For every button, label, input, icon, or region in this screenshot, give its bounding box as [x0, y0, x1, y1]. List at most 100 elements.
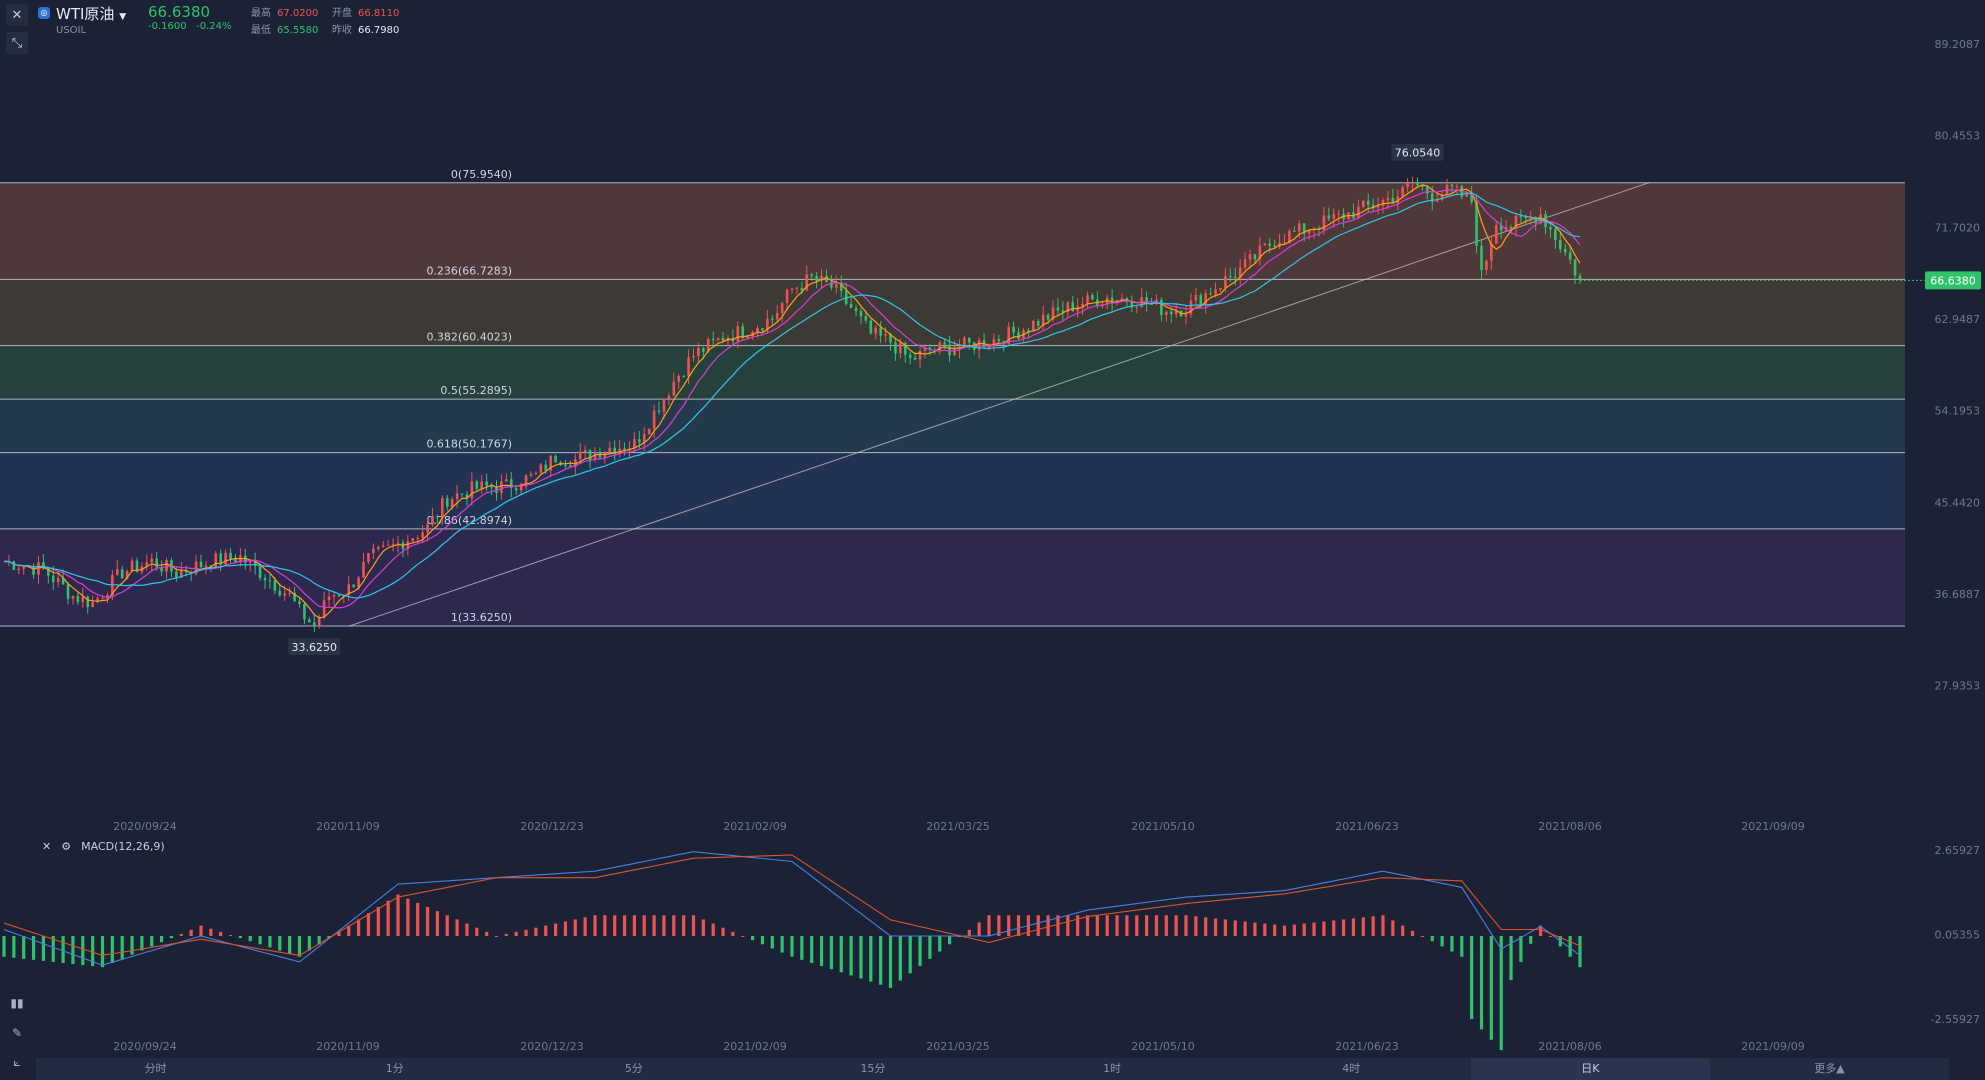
- candle-body: [1293, 230, 1296, 232]
- macd-histogram-bar: [741, 936, 745, 937]
- candle-body: [377, 546, 380, 549]
- macd-histogram-bar: [22, 936, 26, 959]
- macd-histogram-bar: [504, 933, 508, 936]
- macd-histogram-bar: [1016, 915, 1021, 936]
- candle-body: [130, 560, 134, 571]
- candle-body: [1229, 276, 1232, 278]
- macd-histogram-bar: [859, 936, 863, 979]
- close-icon[interactable]: ✕: [42, 840, 51, 853]
- macd-date-axis-label: 2020/11/09: [316, 1040, 379, 1053]
- macd-date-axis-label: 2020/12/23: [520, 1040, 583, 1053]
- candle-body: [1401, 187, 1404, 197]
- macd-histogram-bar: [41, 936, 45, 961]
- macd-histogram-bar: [760, 936, 765, 945]
- macd-histogram-bar: [209, 928, 213, 936]
- candle-body: [1578, 275, 1582, 280]
- timeframe-tab[interactable]: 1时: [993, 1058, 1232, 1080]
- timeframe-tab[interactable]: 1分: [275, 1058, 514, 1080]
- macd-histogram-bar: [1410, 930, 1415, 936]
- candle-body: [869, 320, 873, 334]
- macd-histogram-bar: [297, 936, 302, 957]
- date-axis-label: 2021/08/06: [1538, 820, 1601, 830]
- candle-body: [1046, 314, 1050, 320]
- macd-histogram-bar: [849, 936, 853, 976]
- macd-histogram-bar: [238, 936, 242, 939]
- macd-histogram-bar: [110, 936, 114, 963]
- macd-histogram-bar: [189, 929, 193, 936]
- open-value: 66.8110: [358, 8, 400, 19]
- macd-histogram-bar: [169, 936, 174, 939]
- candle-body: [470, 481, 474, 499]
- pencil-icon[interactable]: ✎: [6, 1023, 28, 1043]
- macd-histogram-bar: [416, 902, 420, 936]
- macd-axis-label: 2.65927: [1935, 844, 1981, 857]
- candle-body: [17, 568, 21, 570]
- timeframe-tab[interactable]: 4时: [1232, 1058, 1471, 1080]
- candle-body: [564, 465, 567, 467]
- macd-histogram-bar: [573, 919, 577, 936]
- macd-chart[interactable]: 2.65927 0.05355 -2.55927 2020/09/24 2020/11/…: [0, 830, 1985, 1055]
- candle-body: [810, 274, 813, 276]
- candle-body: [1549, 227, 1552, 230]
- candle-body: [421, 532, 424, 538]
- macd-histogram-bar: [524, 929, 528, 936]
- candle-body: [445, 498, 449, 507]
- candle-body: [677, 376, 681, 382]
- macd-histogram-bar: [800, 936, 804, 960]
- collapse-icon[interactable]: ⤡: [6, 32, 28, 54]
- macd-histogram-bar: [1430, 936, 1434, 942]
- macd-histogram-bar: [435, 911, 439, 936]
- gear-icon[interactable]: ⚙: [61, 840, 71, 853]
- candle-body: [1219, 288, 1222, 290]
- current-price-tag: 66.6380: [1930, 274, 1976, 287]
- macd-histogram-bar: [810, 936, 814, 963]
- candle-body: [1381, 200, 1385, 206]
- macd-histogram-bar: [839, 936, 843, 973]
- candle-body: [800, 287, 804, 291]
- macd-histogram-bar: [967, 929, 971, 936]
- macd-histogram-bar: [179, 933, 183, 936]
- candle-body: [780, 303, 784, 314]
- candle-body: [455, 493, 459, 500]
- macd-histogram-bar: [613, 915, 617, 936]
- macd-histogram-bar: [514, 931, 518, 936]
- macd-histogram-bar: [593, 915, 597, 936]
- candle-body: [1086, 295, 1089, 305]
- candle-body: [554, 455, 557, 463]
- last-price: 66.6380: [148, 3, 211, 21]
- macd-histogram-bar: [120, 936, 124, 959]
- candle-body: [1160, 299, 1163, 315]
- macd-histogram-bar: [1273, 924, 1277, 936]
- date-axis-label: 2021/05/10: [1131, 820, 1194, 830]
- candlestick-chart[interactable]: 0(75.9540) 0.236(66.7283) 0.382(60.4023) 0.…: [0, 0, 1985, 830]
- macd-histogram-bar: [1361, 917, 1365, 936]
- macd-histogram-bar: [130, 936, 134, 955]
- macd-histogram-bar: [632, 915, 636, 936]
- timeframe-tab[interactable]: 更多▲: [1710, 1058, 1949, 1080]
- close-icon[interactable]: ✕: [6, 4, 28, 26]
- date-axis-label: 2020/09/24: [113, 820, 176, 830]
- candle-body: [1032, 321, 1035, 332]
- macd-histogram-bar: [888, 936, 893, 988]
- macd-histogram-bar: [1302, 923, 1306, 936]
- symbol-selector[interactable]: WTI原油 ▼: [56, 3, 126, 24]
- macd-histogram-bar: [711, 923, 715, 936]
- candle-body: [1165, 311, 1168, 315]
- candle-body: [303, 603, 306, 620]
- macd-histogram-bar: [948, 936, 952, 945]
- candle-body: [899, 342, 902, 354]
- candle-body: [441, 498, 444, 518]
- candle-body: [1519, 216, 1523, 218]
- drawing-tool-icon[interactable]: ⟀: [6, 1052, 28, 1072]
- macd-histogram-bar: [721, 927, 725, 936]
- timeframe-tab[interactable]: 15分: [753, 1058, 992, 1080]
- indicator-icon[interactable]: ▮▮: [6, 993, 28, 1013]
- timeframe-tab[interactable]: 5分: [514, 1058, 753, 1080]
- open-label: 开盘: [332, 8, 352, 19]
- candle-body: [638, 439, 641, 443]
- candle-body: [1455, 186, 1459, 188]
- timeframe-tab[interactable]: 日K: [1470, 1058, 1710, 1080]
- timeframe-tab[interactable]: 分时: [36, 1058, 275, 1080]
- candle-body: [475, 481, 479, 489]
- candle-body: [1573, 259, 1577, 276]
